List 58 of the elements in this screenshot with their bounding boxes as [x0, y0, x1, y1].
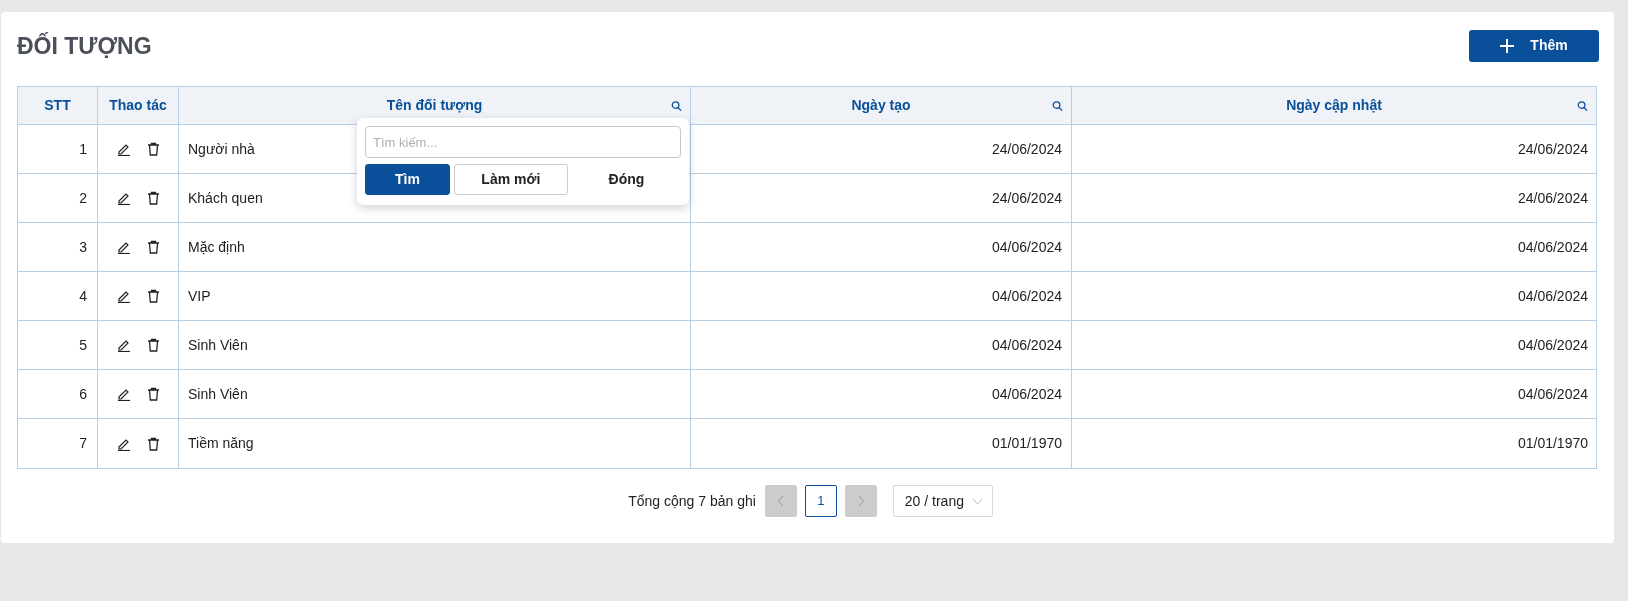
table-cell: 24/06/2024	[691, 125, 1072, 173]
search-button[interactable]: Tìm	[365, 164, 450, 195]
trash-icon[interactable]	[146, 338, 160, 352]
chevron-right-icon	[856, 495, 865, 507]
trash-icon[interactable]	[146, 240, 160, 254]
table-cell: 7	[18, 419, 98, 468]
table-cell: 3	[18, 223, 98, 271]
page-title: ĐỐI TƯỢNG	[17, 31, 152, 62]
edit-icon[interactable]	[116, 387, 131, 401]
table-cell: 24/06/2024	[691, 174, 1072, 222]
table-cell: Mặc định	[179, 223, 691, 271]
trash-icon[interactable]	[146, 142, 160, 156]
table-cell: 6	[18, 370, 98, 418]
table-cell: 2	[18, 174, 98, 222]
table-cell: 04/06/2024	[691, 321, 1072, 369]
table-cell-text: 01/01/1970	[1516, 434, 1589, 453]
table-cell: 04/06/2024	[691, 223, 1072, 271]
add-button[interactable]: Thêm	[1469, 29, 1599, 62]
table-cell: VIP	[179, 272, 691, 320]
edit-icon[interactable]	[116, 338, 131, 352]
search-field[interactable]: Tìm kiếm...	[365, 126, 681, 158]
trash-icon[interactable]	[146, 387, 160, 401]
table-cell-text: 04/06/2024	[1516, 335, 1589, 355]
table-cell: Sinh Viên	[179, 321, 691, 369]
search-icon[interactable]	[671, 100, 682, 111]
edit-icon[interactable]	[116, 191, 131, 205]
table-cell: Tiềm năng	[179, 419, 691, 468]
total-records: Tổng cộng 7 bản ghi	[628, 491, 756, 511]
table-cell: 5	[18, 321, 98, 369]
search-icon[interactable]	[1577, 100, 1588, 111]
plus-icon	[1500, 38, 1515, 53]
table-cell: 01/01/1970	[691, 419, 1072, 468]
table-cell: 1	[18, 125, 98, 173]
table-cell-text: 04/06/2024	[1516, 384, 1589, 404]
trash-icon[interactable]	[146, 436, 160, 451]
table-cell-text: 24/06/2024	[1516, 188, 1589, 208]
search-icon[interactable]	[1052, 100, 1063, 111]
table-cell-text: 24/06/2024	[1516, 139, 1589, 159]
edit-icon[interactable]	[116, 142, 131, 156]
column-header: STT	[18, 87, 98, 124]
table-cell: 4	[18, 272, 98, 320]
table-cell: 04/06/2024	[691, 272, 1072, 320]
column-header: Thao tác	[98, 87, 179, 124]
chevron-left-icon	[776, 495, 785, 507]
chevron-down-icon	[972, 497, 983, 505]
column-header: Ngày cập nhật	[1072, 87, 1596, 124]
trash-icon[interactable]	[146, 289, 160, 303]
column-header: Ngày tạo	[691, 87, 1072, 124]
reset-button[interactable]: Làm mới	[453, 164, 568, 195]
table-cell: Sinh Viên	[179, 370, 691, 418]
edit-icon[interactable]	[116, 240, 131, 254]
trash-icon[interactable]	[146, 191, 160, 205]
edit-icon[interactable]	[116, 289, 131, 303]
page-size-select[interactable]: 20 / trang	[892, 485, 993, 517]
table-cell-text: 04/06/2024	[1516, 237, 1589, 257]
table-cell: 04/06/2024	[691, 370, 1072, 418]
table-cell-text: 04/06/2024	[1516, 286, 1589, 306]
page-button[interactable]: 1	[804, 485, 837, 517]
